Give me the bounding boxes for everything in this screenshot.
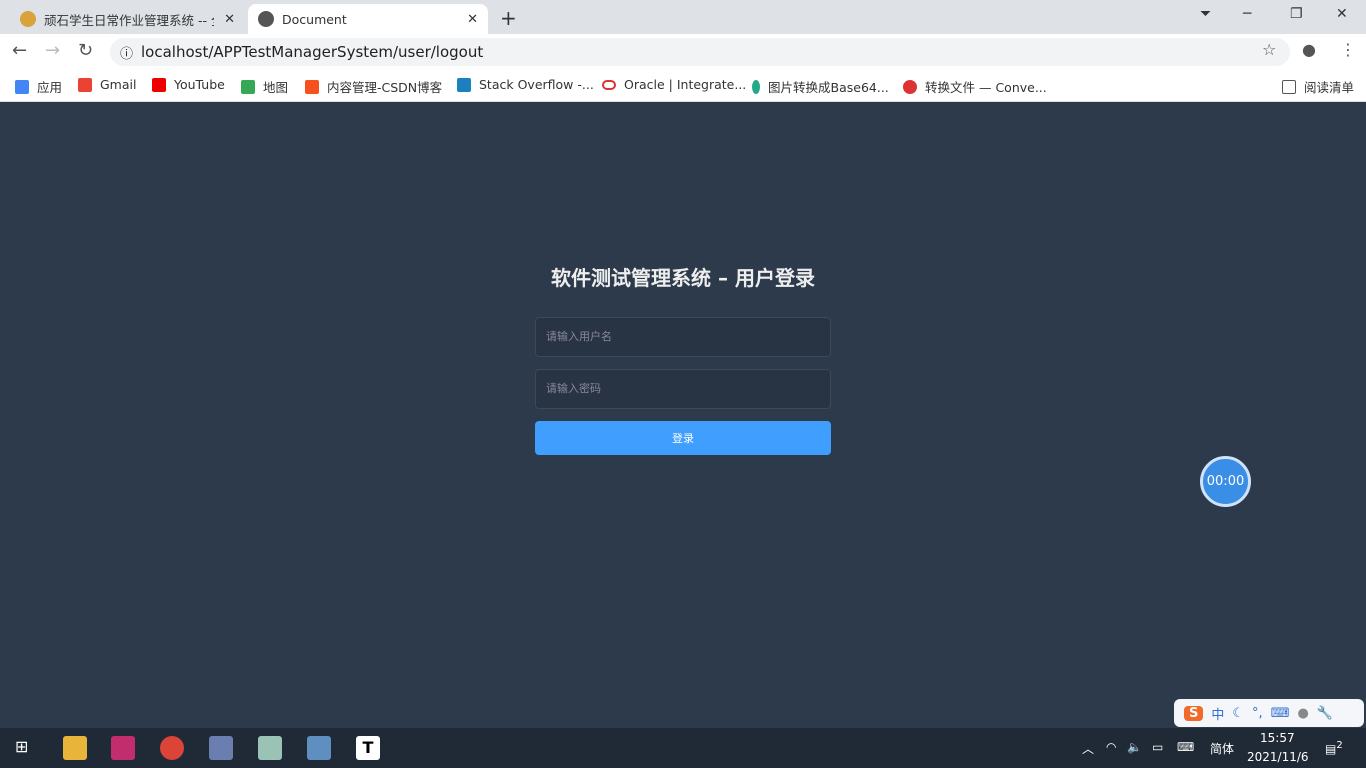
reading-list-icon	[1282, 79, 1296, 94]
back-icon[interactable]: ←	[12, 40, 27, 61]
battery-icon[interactable]: ▭	[1152, 740, 1163, 754]
bookmark-stackoverflow[interactable]: Stack Overflow -...	[457, 77, 594, 92]
tab-document[interactable]: Document ✕	[248, 4, 488, 34]
bookmark-base64[interactable]: 图片转换成Base64...	[752, 77, 889, 96]
clock-time[interactable]: 15:57	[1260, 731, 1295, 745]
bookmark-maps[interactable]: 地图	[241, 77, 288, 96]
tab-homework-system[interactable]: 顽石学生日常作业管理系统 -- 全 ✕	[10, 4, 245, 34]
address-bar[interactable]: ⓘ localhost/APPTestManagerSystem/user/log…	[110, 38, 1290, 66]
chrome-icon[interactable]	[160, 736, 184, 760]
bookmark-youtube[interactable]: YouTube	[152, 77, 225, 92]
tab-strip: 顽石学生日常作业管理系统 -- 全 ✕ Document ✕ + ⏷ ─ ❐ ✕	[0, 0, 1366, 34]
remote-desktop-icon[interactable]	[307, 736, 331, 760]
menu-icon[interactable]: ⋮	[1340, 40, 1356, 59]
bookmark-convert[interactable]: 转换文件 — Conve...	[903, 77, 1047, 96]
reading-list[interactable]: 阅读清单	[1282, 77, 1354, 96]
keyboard-icon[interactable]: ⌨	[1271, 706, 1290, 721]
wrench-icon[interactable]: 🔧	[1317, 706, 1333, 721]
globe-icon	[258, 11, 274, 27]
leaf-icon	[752, 79, 760, 94]
cb-icon	[457, 77, 471, 92]
login-page: 软件测试管理系统 – 用户登录 登录 00:00	[0, 102, 1366, 728]
convert-icon	[903, 79, 917, 94]
timer-widget[interactable]: 00:00	[1200, 456, 1251, 507]
oracle-icon	[602, 79, 616, 90]
sogou-icon[interactable]: S	[1184, 705, 1204, 721]
taskbar: ⊞ T ︿ ◠ 🔈 ▭ ⌨ 简体 15:57 2021/11/6 ▤2	[0, 728, 1366, 768]
input-language[interactable]: 简体	[1210, 740, 1234, 757]
moon-icon[interactable]: ☾	[1232, 706, 1244, 721]
tray-expand-icon[interactable]: ︿	[1082, 740, 1094, 757]
notification-count: 2	[1336, 740, 1343, 751]
bookmark-csdn[interactable]: 内容管理-CSDN博客	[305, 77, 442, 96]
bookmarks-bar: 应用 Gmail YouTube 地图 内容管理-CSDN博客 Stack Ov…	[0, 70, 1366, 102]
touch-keyboard-icon[interactable]: ⌨	[1177, 740, 1194, 754]
forward-icon[interactable]: →	[45, 40, 60, 61]
browser-toolbar: ← → ↻ ⓘ localhost/APPTestManagerSystem/us…	[0, 34, 1366, 70]
reload-icon[interactable]: ↻	[78, 40, 93, 61]
clock-date[interactable]: 2021/11/6	[1247, 750, 1309, 764]
account-icon[interactable]: ●	[1302, 40, 1316, 59]
ime-mode[interactable]: 中	[1211, 704, 1224, 723]
bookmark-apps[interactable]: 应用	[15, 77, 62, 96]
volume-muted-icon[interactable]: 🔈	[1127, 740, 1142, 754]
page-title: 软件测试管理系统 – 用户登录	[551, 266, 815, 290]
user-icon[interactable]: ●	[1297, 706, 1308, 721]
csdn-icon	[305, 79, 319, 94]
close-tab-icon[interactable]: ✕	[467, 12, 478, 27]
bookmark-gmail[interactable]: Gmail	[78, 77, 136, 92]
site-icon	[20, 11, 36, 27]
bookmark-oracle[interactable]: Oracle | Integrate...	[602, 77, 746, 92]
punctuation-icon[interactable]: °,	[1252, 706, 1263, 721]
password-input[interactable]	[535, 369, 831, 409]
windows-start-icon[interactable]: ⊞	[15, 737, 28, 756]
notepad-icon[interactable]	[258, 736, 282, 760]
notification-icon[interactable]: ▤2	[1325, 740, 1343, 756]
gmail-icon	[78, 77, 92, 92]
app-icon[interactable]	[209, 736, 233, 760]
minimize-button[interactable]: ─	[1243, 6, 1251, 22]
close-tab-icon[interactable]: ✕	[224, 12, 235, 27]
login-button[interactable]: 登录	[535, 421, 831, 455]
new-tab-button[interactable]: +	[500, 6, 517, 30]
apps-icon	[15, 79, 29, 94]
maps-icon	[241, 79, 255, 94]
profile-menu-icon[interactable]: ⏷	[1200, 6, 1211, 22]
maximize-button[interactable]: ❐	[1290, 6, 1303, 22]
youtube-icon	[152, 77, 166, 92]
typora-icon[interactable]: T	[356, 736, 380, 760]
bookmark-star-icon[interactable]: ☆	[1262, 40, 1276, 59]
tab-title: Document	[282, 11, 347, 27]
wifi-icon[interactable]: ◠	[1106, 740, 1116, 754]
file-explorer-icon[interactable]	[63, 736, 87, 760]
username-input[interactable]	[535, 317, 831, 357]
url-text: localhost/APPTestManagerSystem/user/logo…	[141, 43, 484, 61]
close-window-button[interactable]: ✕	[1336, 6, 1348, 22]
intellij-icon[interactable]	[111, 736, 135, 760]
info-icon[interactable]: ⓘ	[120, 43, 133, 62]
tab-title: 顽石学生日常作业管理系统 -- 全	[44, 12, 214, 28]
ime-toolbar: S 中 ☾ °, ⌨ ● 🔧	[1174, 699, 1364, 727]
